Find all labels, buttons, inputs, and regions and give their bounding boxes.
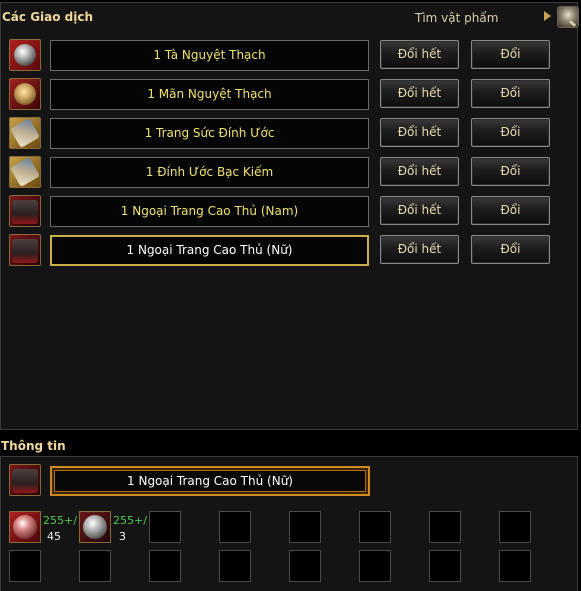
search-item-label[interactable]: Tìm vật phẩm [415, 11, 498, 25]
exchange-all-button[interactable]: Đổi hết [380, 118, 459, 147]
info-item-name: 1 Ngoại Trang Cao Thủ (Nữ) [50, 466, 370, 496]
trade-item-name[interactable]: 1 Trang Sức Đính Ước [50, 118, 369, 149]
empty-slot[interactable] [149, 550, 181, 582]
exchange-button[interactable]: Đổi [471, 79, 550, 108]
exchange-all-button[interactable]: Đổi hết [380, 196, 459, 225]
exchange-all-button[interactable]: Đổi hết [380, 157, 459, 186]
trades-title-bar: Các Giao dịch Tìm vật phẩm [1, 3, 579, 29]
trade-row: 1 Tà Nguyệt Thạch Đổi hết Đổi [0, 39, 578, 75]
trade-item-name[interactable]: 1 Tà Nguyệt Thạch [50, 40, 369, 71]
panel-title: Các Giao dịch [2, 10, 94, 24]
empty-slot[interactable] [219, 511, 251, 543]
empty-slot[interactable] [499, 511, 531, 543]
exchange-all-button[interactable]: Đổi hết [380, 235, 459, 264]
trade-row: 1 Ngoại Trang Cao Thủ (Nam) Đổi hết Đổi [0, 195, 578, 231]
material-plus: 255+/ [113, 514, 147, 527]
trade-item-name[interactable]: 1 Ngoại Trang Cao Thủ (Nam) [50, 196, 369, 227]
trade-row: 1 Trang Sức Đính Ước Đổi hết Đổi [0, 117, 578, 153]
ngoai-trang-nu-icon[interactable] [9, 234, 41, 266]
ta-nguyet-thach-icon[interactable] [9, 39, 41, 71]
empty-slot[interactable] [429, 511, 461, 543]
play-arrow-icon[interactable] [544, 11, 551, 21]
empty-slot[interactable] [79, 550, 111, 582]
exchange-button[interactable]: Đổi [471, 157, 550, 186]
trade-item-name[interactable]: 1 Ngoại Trang Cao Thủ (Nữ) [50, 235, 369, 266]
empty-slot[interactable] [429, 550, 461, 582]
dinh-uoc-bac-kiem-icon[interactable] [9, 156, 41, 188]
man-nguyet-thach-icon[interactable] [9, 78, 41, 110]
empty-slot[interactable] [359, 511, 391, 543]
material-count: 3 [119, 530, 126, 543]
exchange-button[interactable]: Đổi [471, 40, 550, 69]
empty-slot[interactable] [499, 550, 531, 582]
empty-slot[interactable] [9, 550, 41, 582]
empty-slot[interactable] [289, 511, 321, 543]
trade-row: 1 Mãn Nguyệt Thạch Đổi hết Đổi [0, 78, 578, 114]
trade-row: 1 Đính Ước Bạc Kiếm Đổi hết Đổi [0, 156, 578, 192]
red-stone-icon[interactable] [9, 511, 41, 543]
ngoai-trang-nu-icon[interactable] [9, 464, 41, 496]
gray-stone-icon[interactable] [79, 511, 111, 543]
trang-suc-dinh-uoc-icon[interactable] [9, 117, 41, 149]
trade-item-name[interactable]: 1 Đính Ước Bạc Kiếm [50, 157, 369, 188]
trade-item-name[interactable]: 1 Mãn Nguyệt Thạch [50, 79, 369, 110]
empty-slot[interactable] [359, 550, 391, 582]
exchange-button[interactable]: Đổi [471, 235, 550, 264]
exchange-all-button[interactable]: Đổi hết [380, 40, 459, 69]
magnifier-search-icon[interactable] [557, 6, 579, 28]
trade-row-selected: 1 Ngoại Trang Cao Thủ (Nữ) Đổi hết Đổi [0, 234, 578, 270]
empty-slot[interactable] [149, 511, 181, 543]
material-count: 45 [47, 530, 61, 543]
exchange-button[interactable]: Đổi [471, 196, 550, 225]
ngoai-trang-nam-icon[interactable] [9, 195, 41, 227]
exchange-all-button[interactable]: Đổi hết [380, 79, 459, 108]
info-section-title: Thông tin [1, 439, 66, 453]
empty-slot[interactable] [219, 550, 251, 582]
exchange-button[interactable]: Đổi [471, 118, 550, 147]
material-plus: 255+/ [43, 514, 77, 527]
empty-slot[interactable] [289, 550, 321, 582]
